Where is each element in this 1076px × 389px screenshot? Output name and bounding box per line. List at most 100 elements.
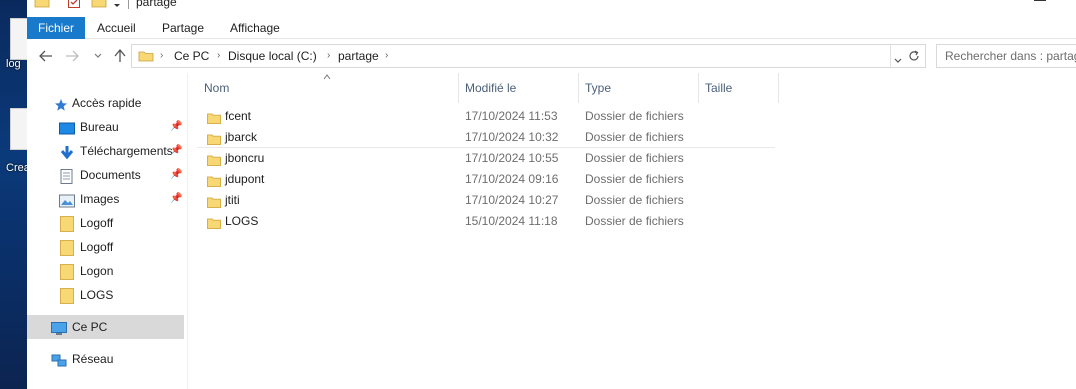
row-name: jdupont xyxy=(225,172,265,186)
folder-icon xyxy=(60,288,76,304)
row-name: fcent xyxy=(225,109,252,123)
row-modified: 17/10/2024 10:32 xyxy=(465,130,559,144)
row-name: jboncru xyxy=(225,151,265,165)
table-row[interactable]: jdupont 17/10/2024 09:16 Dossier de fich… xyxy=(197,169,775,190)
column-divider[interactable] xyxy=(778,73,779,103)
breadcrumb-separator-icon[interactable]: › xyxy=(160,45,163,67)
nav-label: Logoff xyxy=(80,240,114,254)
row-type: Dossier de fichiers xyxy=(585,214,684,228)
tab-fichier[interactable]: Fichier xyxy=(27,17,85,39)
nav-label: Logoff xyxy=(80,216,114,230)
ribbon-tabs: Fichier Accueil Partage Affichage xyxy=(27,17,1076,39)
nav-item-telechargements[interactable]: Téléchargements 📌 xyxy=(27,139,184,163)
forward-arrow-icon[interactable] xyxy=(63,47,81,65)
table-row[interactable]: LOGS 15/10/2024 11:18 Dossier de fichier… xyxy=(197,211,775,232)
row-type: Dossier de fichiers xyxy=(585,130,684,144)
desktop-file-icon[interactable] xyxy=(10,18,27,60)
address-bar[interactable]: › Ce PC › Disque local (C:) › partage › xyxy=(131,44,926,68)
column-header-type[interactable]: Type xyxy=(579,73,611,103)
row-modified: 17/10/2024 09:16 xyxy=(465,172,559,186)
folder-icon xyxy=(207,194,221,208)
address-history-chevron-icon[interactable] xyxy=(894,53,902,67)
row-modified: 15/10/2024 11:18 xyxy=(465,214,558,228)
table-row[interactable]: jboncru 17/10/2024 10:55 Dossier de fich… xyxy=(197,148,775,169)
nav-label: Réseau xyxy=(72,352,114,366)
computer-icon xyxy=(51,320,67,335)
folder-icon xyxy=(207,173,221,187)
explorer-window: partage Fichier Accueil Partage Affichag… xyxy=(27,0,1076,389)
back-arrow-icon[interactable] xyxy=(37,47,55,65)
nav-item-ce-pc[interactable]: Ce PC xyxy=(27,315,184,339)
tab-affichage[interactable]: Affichage xyxy=(230,17,280,39)
breadcrumb-disque-local[interactable]: Disque local (C:) xyxy=(228,45,317,67)
breadcrumb-separator-icon[interactable]: › xyxy=(327,45,330,67)
pane-splitter[interactable] xyxy=(187,73,188,389)
breadcrumb-ce-pc[interactable]: Ce PC xyxy=(174,45,209,67)
title-bar: partage xyxy=(27,0,1076,14)
nav-item-logs[interactable]: LOGS xyxy=(27,283,184,307)
row-type: Dossier de fichiers xyxy=(585,151,684,165)
nav-item-images[interactable]: Images 📌 xyxy=(27,187,184,211)
nav-label: Ce PC xyxy=(72,320,108,334)
folder-icon xyxy=(207,152,221,166)
table-row[interactable]: jbarck 17/10/2024 10:32 Dossier de fichi… xyxy=(197,127,775,148)
folder-icon xyxy=(60,216,76,232)
table-row[interactable]: jtiti 17/10/2024 10:27 Dossier de fichie… xyxy=(197,190,775,211)
documents-icon xyxy=(60,168,76,184)
column-header-row: Nom Modifié le Type Taille xyxy=(27,73,1076,103)
nav-item-logoff[interactable]: Logoff xyxy=(27,211,184,235)
desktop-icon-label: log xyxy=(6,58,21,70)
folder-icon xyxy=(60,264,76,280)
desktop-icon xyxy=(59,120,75,135)
pictures-icon xyxy=(59,192,75,208)
folder-icon xyxy=(207,110,221,124)
breadcrumb-separator-icon[interactable]: › xyxy=(217,45,220,67)
nav-label: Documents xyxy=(80,168,141,182)
nav-item-logoff[interactable]: Logoff xyxy=(27,235,184,259)
pin-icon[interactable]: 📌 xyxy=(170,139,182,163)
row-modified: 17/10/2024 10:55 xyxy=(465,151,559,165)
nav-item-logon[interactable]: Logon xyxy=(27,259,184,283)
breadcrumb-partage[interactable]: partage xyxy=(338,45,379,67)
row-type: Dossier de fichiers xyxy=(585,193,684,207)
tab-accueil[interactable]: Accueil xyxy=(97,17,136,39)
window-title: partage xyxy=(136,0,177,9)
folder-icon xyxy=(138,49,154,66)
tab-partage[interactable]: Partage xyxy=(162,17,204,39)
row-type: Dossier de fichiers xyxy=(585,172,684,186)
row-name: LOGS xyxy=(225,214,259,228)
nav-label: Téléchargements xyxy=(80,144,173,158)
nav-item-documents[interactable]: Documents 📌 xyxy=(27,163,184,187)
new-folder-icon[interactable] xyxy=(91,0,107,12)
search-input[interactable]: Rechercher dans : partage xyxy=(936,44,1076,68)
navigation-pane: Accès rapide Bureau 📌 Téléchargements 📌 … xyxy=(27,88,187,389)
pin-icon[interactable]: 📌 xyxy=(170,187,182,211)
row-name: jbarck xyxy=(225,130,258,144)
folder-icon xyxy=(207,131,221,145)
column-header-nom[interactable]: Nom xyxy=(198,73,229,103)
nav-item-reseau[interactable]: Réseau xyxy=(27,347,184,371)
pin-icon[interactable]: 📌 xyxy=(170,115,182,139)
refresh-icon[interactable] xyxy=(908,50,920,65)
folder-icon[interactable] xyxy=(34,0,50,12)
up-arrow-icon[interactable] xyxy=(111,47,129,65)
column-header-modifie-le[interactable]: Modifié le xyxy=(459,73,516,103)
title-separator xyxy=(128,0,129,9)
navigation-bar: › Ce PC › Disque local (C:) › partage › … xyxy=(27,39,1076,73)
dropdown-icon[interactable] xyxy=(113,0,121,12)
minimize-button[interactable] xyxy=(1034,0,1046,1)
nav-item-bureau[interactable]: Bureau 📌 xyxy=(27,115,184,139)
column-header-taille[interactable]: Taille xyxy=(699,73,732,103)
nav-label: LOGS xyxy=(80,288,114,302)
pin-icon[interactable]: 📌 xyxy=(170,163,182,187)
row-modified: 17/10/2024 10:27 xyxy=(465,193,559,207)
recent-locations-chevron-icon[interactable] xyxy=(89,47,107,65)
desktop-icon-label: Creat xyxy=(6,162,27,174)
breadcrumb-separator-icon[interactable]: › xyxy=(385,45,388,67)
row-modified: 17/10/2024 11:53 xyxy=(465,109,558,123)
table-row[interactable]: fcent 17/10/2024 11:53 Dossier de fichie… xyxy=(197,106,775,127)
properties-icon[interactable] xyxy=(67,0,81,12)
nav-label: Bureau xyxy=(80,120,119,134)
desktop-file-icon[interactable] xyxy=(10,108,27,150)
network-icon xyxy=(51,352,67,367)
